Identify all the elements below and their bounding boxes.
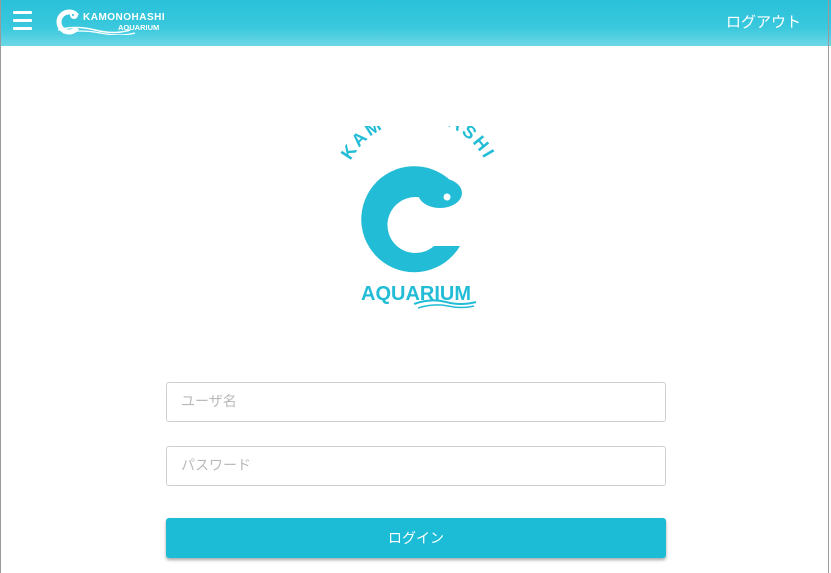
hamburger-menu-icon[interactable] bbox=[13, 11, 33, 31]
logo-text-aquarium: AQUARIUM bbox=[118, 23, 160, 32]
password-input[interactable] bbox=[166, 446, 666, 486]
logo-bottom-text: AQUARIUM bbox=[361, 283, 471, 305]
platypus-head-shape bbox=[418, 178, 462, 208]
username-input[interactable] bbox=[166, 382, 666, 422]
login-button[interactable]: ログイン bbox=[166, 518, 666, 558]
platypus-eye bbox=[443, 193, 451, 201]
main-logo: KAMONOHASHI AQUARIUM bbox=[326, 104, 506, 311]
logo-arc-text: KAMONOHASHI bbox=[337, 126, 499, 163]
logo-text-kamonohashi: KAMONOHASHI bbox=[83, 12, 166, 23]
header-logo[interactable]: KAMONOHASHI AQUARIUM bbox=[55, 9, 166, 36]
top-header: KAMONOHASHI AQUARIUM ログアウト bbox=[0, 0, 831, 46]
logout-link[interactable]: ログアウト bbox=[726, 11, 801, 32]
